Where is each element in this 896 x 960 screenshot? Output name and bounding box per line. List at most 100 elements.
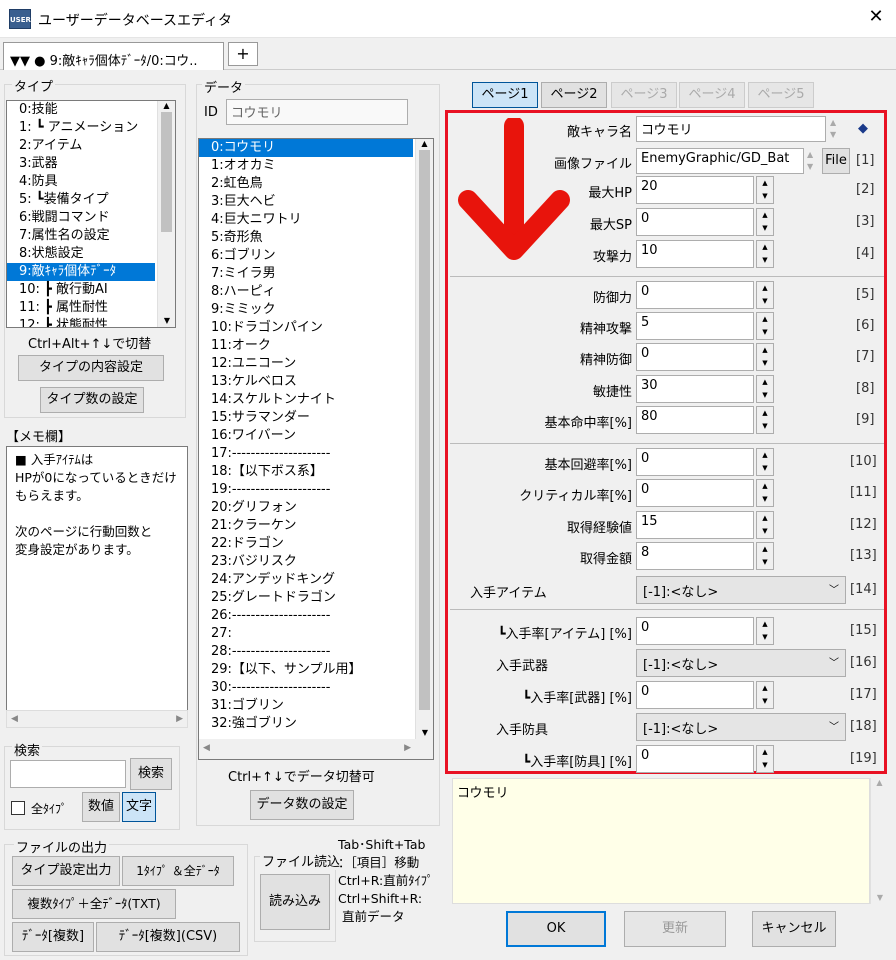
spin-stepper[interactable]: ▲ ▼	[756, 511, 774, 539]
multi-type-txt-button[interactable]: 複数ﾀｲﾌﾟ＋全ﾃﾞｰﾀ(TXT)	[12, 889, 176, 919]
scroll-right-icon[interactable]: ▶	[404, 739, 411, 757]
spin-up-icon[interactable]: ▲	[757, 512, 773, 525]
exp-input[interactable]: 15	[636, 511, 754, 539]
type-list-item[interactable]: 2:アイテム	[7, 137, 155, 155]
defense-input[interactable]: 0	[636, 281, 754, 309]
type-list-item[interactable]: 3:武器	[7, 155, 155, 173]
scroll-down-icon[interactable]: ▼	[871, 893, 889, 902]
image-file-input[interactable]: EnemyGraphic/GD_Bat	[636, 148, 804, 174]
attack-input[interactable]: 10	[636, 240, 754, 268]
data-list-item[interactable]: 1:オオカミ	[199, 157, 413, 175]
file-button[interactable]: File	[822, 148, 850, 174]
type-list-scrollbar[interactable]: ▲ ▼	[157, 101, 175, 327]
type-list-item[interactable]: 4:防具	[7, 173, 155, 191]
scroll-left-icon[interactable]: ◀	[11, 714, 18, 724]
search-input[interactable]	[10, 760, 126, 788]
type-list-item[interactable]: 11: ┣ 属性耐性	[7, 299, 155, 317]
hit-rate-input[interactable]: 80	[636, 406, 754, 434]
tab-page5[interactable]: ページ5	[748, 82, 814, 108]
search-button[interactable]: 検索	[130, 758, 172, 790]
data-list-item[interactable]: 13:ケルベロス	[199, 373, 413, 391]
spin-up-icon[interactable]: ▲	[757, 209, 773, 222]
spin-down-icon[interactable]: ▼	[757, 389, 773, 402]
ok-button[interactable]: OK	[506, 911, 606, 947]
tab-page4[interactable]: ページ4	[679, 82, 745, 108]
scroll-down-icon[interactable]: ▼	[158, 316, 175, 325]
data-list-item[interactable]: 26:---------------------	[199, 607, 413, 625]
spin-stepper[interactable]: ▲ ▼	[756, 448, 774, 476]
spin-up-icon[interactable]: ▲	[757, 618, 773, 631]
spin-down-icon[interactable]: ▼	[757, 556, 773, 569]
file-stepper[interactable]: ▲ ▼	[807, 149, 813, 173]
close-icon[interactable]: ✕	[862, 6, 890, 27]
scroll-thumb[interactable]	[161, 112, 172, 232]
scroll-up-icon[interactable]: ▲	[416, 139, 433, 148]
data-list-item[interactable]: 14:スケルトンナイト	[199, 391, 413, 409]
data-list-item[interactable]: 24:アンデッドキング	[199, 571, 413, 589]
data-list-item[interactable]: 6:ゴブリン	[199, 247, 413, 265]
spin-down-icon[interactable]: ▼	[757, 222, 773, 235]
read-button[interactable]: 読み込み	[260, 874, 330, 930]
evade-input[interactable]: 0	[636, 448, 754, 476]
spin-down-icon[interactable]: ▼	[757, 493, 773, 506]
spin-down-icon[interactable]: ▼	[757, 525, 773, 538]
spin-stepper[interactable]: ▲ ▼	[756, 343, 774, 371]
spin-stepper[interactable]: ▲ ▼	[756, 745, 774, 773]
drop-armor-rate-input[interactable]: 0	[636, 745, 754, 773]
data-list-item[interactable]: 16:ワイバーン	[199, 427, 413, 445]
data-list-item[interactable]: 19:---------------------	[199, 481, 413, 499]
spin-down-icon[interactable]: ▼	[757, 357, 773, 370]
data-list-item[interactable]: 9:ミミック	[199, 301, 413, 319]
numeric-toggle[interactable]: 数値	[82, 792, 120, 822]
spin-down-icon[interactable]: ▼	[757, 190, 773, 203]
spin-up-icon[interactable]: ▲	[757, 407, 773, 420]
spin-up-icon[interactable]: ▲	[757, 480, 773, 493]
data-list-item[interactable]: 5:奇形魚	[199, 229, 413, 247]
data-list-item[interactable]: 27:	[199, 625, 413, 643]
spin-down-icon[interactable]: ▼	[757, 695, 773, 708]
type-list-item[interactable]: 10: ┣ 敵行動AI	[7, 281, 155, 299]
drop-item-select[interactable]: [-1]:<なし> ﹀	[636, 576, 846, 604]
spin-stepper[interactable]: ▲ ▼	[756, 375, 774, 403]
spin-down-icon[interactable]: ▼	[757, 295, 773, 308]
spin-stepper[interactable]: ▲ ▼	[756, 312, 774, 340]
name-stepper[interactable]: ▲ ▼	[830, 117, 836, 141]
data-count-button[interactable]: データ数の設定	[250, 790, 354, 820]
type-content-button[interactable]: タイプの内容設定	[18, 355, 164, 381]
scroll-thumb[interactable]	[419, 150, 430, 710]
max-hp-input[interactable]: 20	[636, 176, 754, 204]
notes-field[interactable]: コウモリ	[452, 778, 870, 904]
spin-up-icon[interactable]: ▲	[757, 449, 773, 462]
type-count-button[interactable]: タイプ数の設定	[40, 387, 144, 413]
drop-weapon-rate-input[interactable]: 0	[636, 681, 754, 709]
drop-armor-select[interactable]: [-1]:<なし> ﹀	[636, 713, 846, 741]
spin-stepper[interactable]: ▲ ▼	[756, 406, 774, 434]
spin-stepper[interactable]: ▲ ▼	[756, 542, 774, 570]
spin-down-icon[interactable]: ▼	[757, 759, 773, 772]
data-multi-csv-button[interactable]: ﾃﾞｰﾀ[複数](CSV)	[96, 922, 240, 952]
data-list-item[interactable]: 11:オーク	[199, 337, 413, 355]
spin-up-icon[interactable]: ▲	[757, 746, 773, 759]
type-list-item[interactable]: 1: ┗ アニメーション	[7, 119, 155, 137]
data-list-hscroll[interactable]: ◀ ▶	[199, 739, 433, 759]
mental-def-input[interactable]: 0	[636, 343, 754, 371]
id-field[interactable]: コウモリ	[226, 99, 408, 125]
scroll-left-icon[interactable]: ◀	[203, 743, 210, 753]
data-list-item[interactable]: 15:サラマンダー	[199, 409, 413, 427]
scroll-right-icon[interactable]: ▶	[176, 711, 183, 727]
data-list-item[interactable]: 20:グリフォン	[199, 499, 413, 517]
type-settings-output-button[interactable]: タイプ設定出力	[12, 856, 120, 886]
data-list[interactable]: 0:コウモリ 1:オオカミ 2:虹色鳥 3:巨大ヘビ 4:巨大ニワトリ 5:奇形魚 6:ゴブ…	[198, 138, 434, 760]
type-list-item[interactable]: 8:状態設定	[7, 245, 155, 263]
data-list-item[interactable]: 22:ドラゴン	[199, 535, 413, 553]
tab-page2[interactable]: ページ2	[541, 82, 607, 108]
spin-up-icon[interactable]: ▲	[757, 313, 773, 326]
spin-up-icon[interactable]: ▲	[757, 543, 773, 556]
spin-stepper[interactable]: ▲ ▼	[756, 208, 774, 236]
spin-down-icon[interactable]: ▼	[757, 420, 773, 433]
data-list-item[interactable]: 29:【以下、サンプル用】	[199, 661, 413, 679]
spin-stepper[interactable]: ▲ ▼	[756, 176, 774, 204]
data-list-item[interactable]: 28:---------------------	[199, 643, 413, 661]
data-list-scrollbar[interactable]: ▲ ▼	[415, 139, 433, 739]
data-list-item[interactable]: 4:巨大ニワトリ	[199, 211, 413, 229]
